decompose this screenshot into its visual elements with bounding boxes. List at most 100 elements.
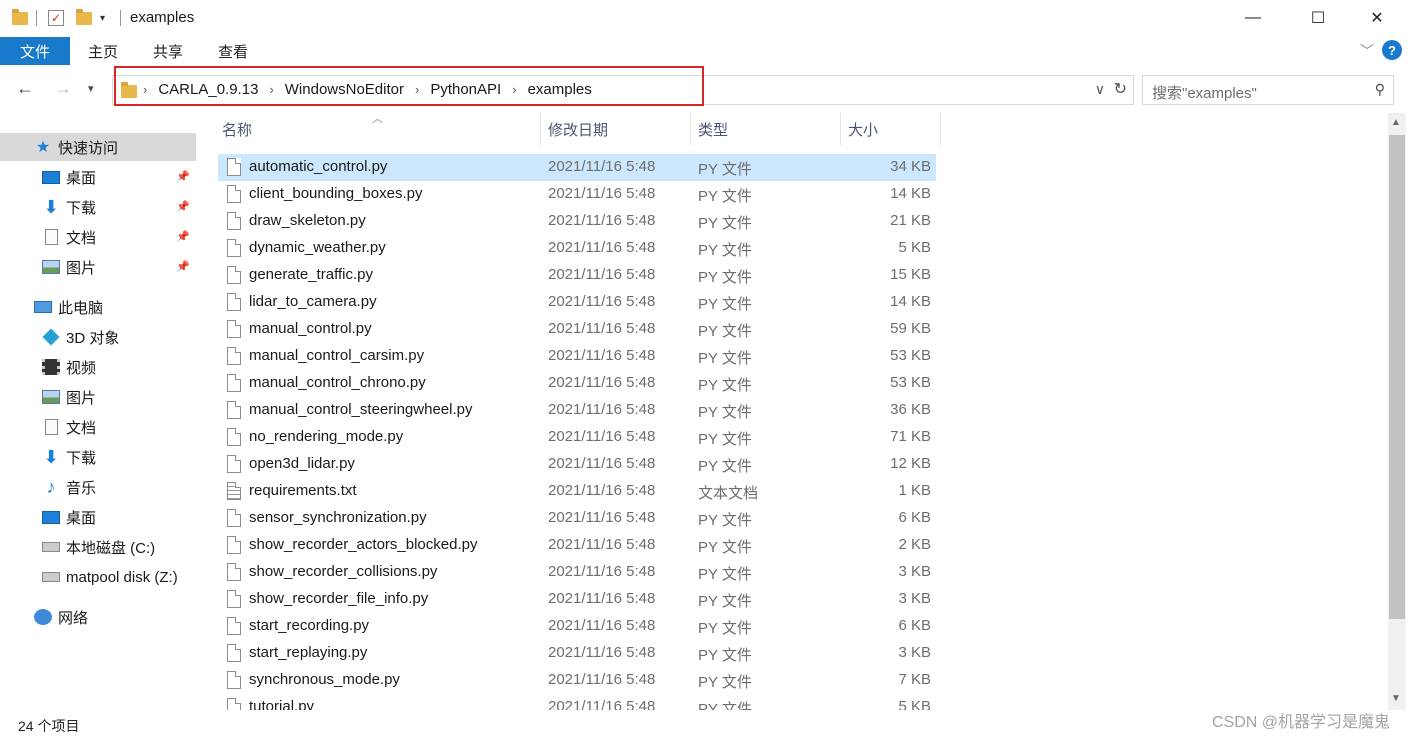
file-name[interactable]: lidar_to_camera.py [249, 293, 377, 310]
file-row[interactable]: manual_control.py 2021/11/16 5:48 PY 文件 59 … [218, 316, 936, 343]
sidebar-item-network[interactable]: 网络 [0, 603, 196, 631]
file-name[interactable]: start_recording.py [249, 617, 369, 634]
sidebar-item-desktop[interactable]: 桌面 📌 [0, 163, 196, 191]
file-name[interactable]: manual_control.py [249, 320, 372, 337]
file-row[interactable]: show_recorder_actors_blocked.py 2021/11/1… [218, 532, 936, 559]
file-name[interactable]: requirements.txt [249, 482, 357, 499]
file-row[interactable]: start_replaying.py 2021/11/16 5:48 PY 文件 3 … [218, 640, 936, 667]
sidebar-item-pictures[interactable]: 图片 📌 [0, 253, 196, 281]
file-row[interactable]: manual_control_carsim.py 2021/11/16 5:48 P… [218, 343, 936, 370]
column-divider[interactable] [840, 113, 841, 145]
file-name[interactable]: generate_traffic.py [249, 266, 373, 283]
pin-icon[interactable]: 📌 [176, 230, 190, 243]
column-header-date[interactable]: 修改日期 [548, 113, 688, 145]
file-name[interactable]: open3d_lidar.py [249, 455, 355, 472]
file-name[interactable]: dynamic_weather.py [249, 239, 386, 256]
file-row[interactable]: show_recorder_collisions.py 2021/11/16 5:… [218, 559, 936, 586]
sidebar-item-3d-objects[interactable]: 3D 对象 [0, 323, 196, 351]
file-name[interactable]: show_recorder_file_info.py [249, 590, 428, 607]
file-name[interactable]: show_recorder_actors_blocked.py [249, 536, 477, 553]
file-name[interactable]: automatic_control.py [249, 158, 387, 175]
column-header-size[interactable]: 大小 [848, 113, 938, 145]
sidebar-item-documents-pc[interactable]: 文档 [0, 413, 196, 441]
column-header-type[interactable]: 类型 [698, 113, 838, 145]
file-row[interactable]: show_recorder_file_info.py 2021/11/16 5:4… [218, 586, 936, 613]
properties-icon[interactable]: ✓ [48, 10, 64, 26]
file-row[interactable]: synchronous_mode.py 2021/11/16 5:48 PY 文件 7… [218, 667, 936, 694]
column-divider[interactable] [690, 113, 691, 145]
tab-home[interactable]: 主页 [78, 37, 128, 65]
file-row[interactable]: client_bounding_boxes.py 2021/11/16 5:48 P… [218, 181, 936, 208]
address-history-dropdown[interactable]: ∨ [1095, 81, 1105, 98]
sidebar-item-matpool-disk-z[interactable]: matpool disk (Z:) [0, 563, 196, 591]
recent-locations-icon[interactable]: ▾ [88, 82, 94, 95]
sidebar-item-local-disk-c[interactable]: 本地磁盘 (C:) [0, 533, 196, 561]
file-row[interactable]: generate_traffic.py 2021/11/16 5:48 PY 文件 1… [218, 262, 936, 289]
sidebar-item-label: 快速访问 [58, 139, 119, 157]
file-name[interactable]: client_bounding_boxes.py [249, 185, 422, 202]
file-name[interactable]: manual_control_steeringwheel.py [249, 401, 472, 418]
file-name[interactable]: manual_control_chrono.py [249, 374, 426, 391]
search-placeholder[interactable]: 搜索"examples" [1152, 82, 1257, 103]
scrollbar-thumb[interactable] [1389, 135, 1405, 619]
file-name[interactable]: synchronous_mode.py [249, 671, 400, 688]
vertical-scrollbar[interactable]: ▲ ▼ [1388, 113, 1406, 710]
file-row[interactable]: no_rendering_mode.py 2021/11/16 5:48 PY 文件… [218, 424, 936, 451]
sidebar-item-desktop-pc[interactable]: 桌面 [0, 503, 196, 531]
forward-button[interactable]: → [54, 78, 72, 99]
file-name[interactable]: manual_control_carsim.py [249, 347, 424, 364]
file-row[interactable]: dynamic_weather.py 2021/11/16 5:48 PY 文件 5 … [218, 235, 936, 262]
file-row[interactable]: tutorial.py 2021/11/16 5:48 PY 文件 5 KB [218, 694, 936, 710]
file-row[interactable]: draw_skeleton.py 2021/11/16 5:48 PY 文件 21 K… [218, 208, 936, 235]
file-row[interactable]: sensor_synchronization.py 2021/11/16 5:48… [218, 505, 936, 532]
file-size: 53 KB [890, 374, 931, 391]
maximize-button[interactable]: ☐ [1295, 0, 1341, 36]
search-box[interactable]: 搜索"examples" ⚲ [1142, 75, 1394, 105]
file-row[interactable]: automatic_control.py 2021/11/16 5:48 PY 文件… [218, 154, 936, 181]
scroll-up-arrow-icon[interactable]: ▲ [1391, 117, 1401, 128]
sidebar-item-pictures-pc[interactable]: 图片 [0, 383, 196, 411]
tab-view[interactable]: 查看 [208, 37, 258, 65]
sidebar-item-quick-access[interactable]: ★ 快速访问 [0, 133, 196, 161]
back-button[interactable]: ← [16, 78, 34, 99]
file-name[interactable]: show_recorder_collisions.py [249, 563, 437, 580]
file-row[interactable]: manual_control_chrono.py 2021/11/16 5:48 P… [218, 370, 936, 397]
music-icon: ♪ [46, 476, 56, 497]
file-row[interactable]: start_recording.py 2021/11/16 5:48 PY 文件 6 … [218, 613, 936, 640]
pin-icon[interactable]: 📌 [176, 200, 190, 213]
pin-icon[interactable]: 📌 [176, 170, 190, 183]
file-name[interactable]: draw_skeleton.py [249, 212, 366, 229]
help-icon[interactable]: ? [1382, 40, 1402, 60]
video-icon [42, 359, 60, 375]
file-icon [227, 617, 241, 635]
file-name[interactable]: no_rendering_mode.py [249, 428, 403, 445]
close-button[interactable]: ✕ [1354, 0, 1400, 36]
tab-file[interactable]: 文件 [0, 37, 70, 65]
customize-toolbar-icon[interactable]: ▾ [100, 8, 105, 28]
minimize-button[interactable]: — [1230, 0, 1276, 36]
sidebar-item-videos[interactable]: 视频 [0, 353, 196, 381]
file-name[interactable]: sensor_synchronization.py [249, 509, 427, 526]
file-row[interactable]: manual_control_steeringwheel.py 2021/11/1… [218, 397, 936, 424]
pin-icon[interactable]: 📌 [176, 260, 190, 273]
refresh-icon[interactable]: ↻ [1114, 79, 1127, 99]
expand-ribbon-icon[interactable]: ﹀ [1360, 41, 1374, 61]
file-row[interactable]: requirements.txt 2021/11/16 5:48 文本文档 1 KB [218, 478, 936, 505]
sidebar-item-downloads-pc[interactable]: ⬇ 下载 [0, 443, 196, 471]
search-icon[interactable]: ⚲ [1375, 81, 1385, 98]
sidebar-item-downloads[interactable]: ⬇ 下载 📌 [0, 193, 196, 221]
column-divider[interactable] [540, 113, 541, 145]
tab-share[interactable]: 共享 [143, 37, 193, 65]
sidebar-item-documents[interactable]: 文档 📌 [0, 223, 196, 251]
file-row[interactable]: open3d_lidar.py 2021/11/16 5:48 PY 文件 12 KB [218, 451, 936, 478]
file-row[interactable]: lidar_to_camera.py 2021/11/16 5:48 PY 文件 14… [218, 289, 936, 316]
sidebar-item-music[interactable]: ♪ 音乐 [0, 473, 196, 501]
sidebar-item-this-pc[interactable]: 此电脑 [0, 293, 196, 321]
column-header-name[interactable]: 名称 [222, 113, 542, 145]
file-name[interactable]: tutorial.py [249, 698, 314, 710]
sidebar-item-label: 音乐 [66, 479, 97, 497]
new-folder-icon[interactable] [76, 8, 92, 25]
file-name[interactable]: start_replaying.py [249, 644, 367, 661]
scroll-down-arrow-icon[interactable]: ▼ [1391, 693, 1401, 704]
column-divider[interactable] [940, 113, 941, 145]
